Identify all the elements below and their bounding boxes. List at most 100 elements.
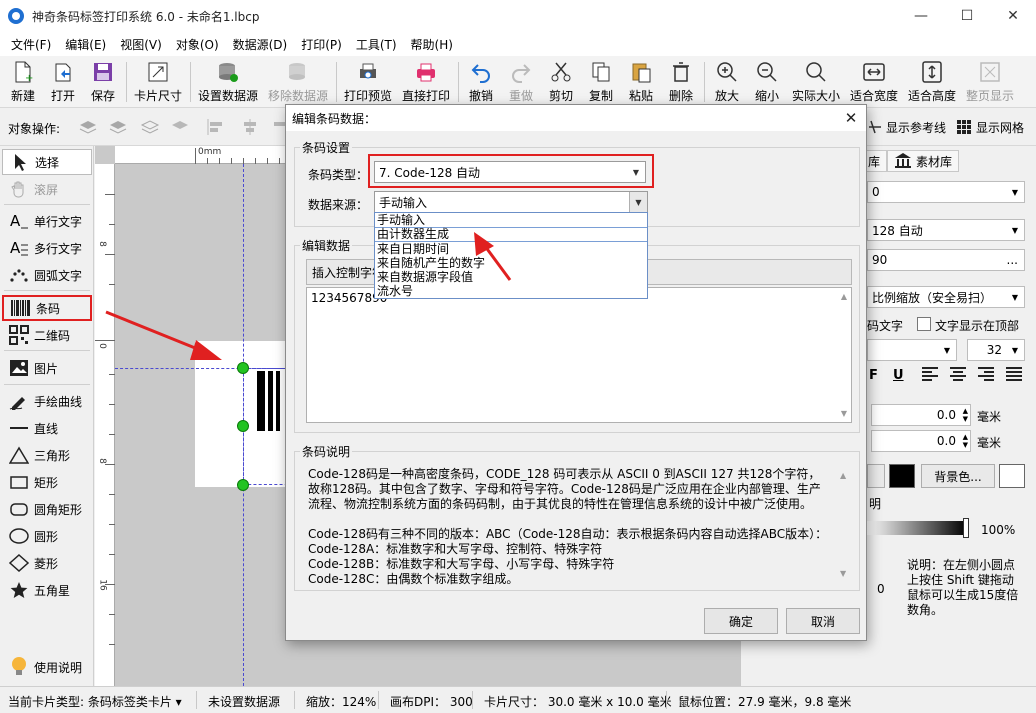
- line-icon: [8, 417, 30, 439]
- scroll-down-icon[interactable]: ▼: [841, 409, 847, 418]
- bold-button[interactable]: F: [869, 368, 878, 383]
- fit-height-button[interactable]: 适合高度: [906, 60, 958, 106]
- layer-up-icon[interactable]: [78, 117, 98, 137]
- menu-datasource[interactable]: 数据源(D): [226, 36, 295, 53]
- fore-color-button[interactable]: [867, 464, 885, 488]
- print-preview-button[interactable]: 打印预览: [342, 60, 394, 106]
- tool-diamond[interactable]: 菱形: [2, 550, 92, 576]
- close-button[interactable]: ✕: [990, 0, 1036, 32]
- tool-multi-text[interactable]: A 多行文字: [2, 235, 92, 261]
- print-preview-icon: [356, 60, 380, 84]
- tab-material-library[interactable]: 素材库: [887, 150, 960, 172]
- show-grid-toggle[interactable]: 显示网格: [956, 114, 1024, 140]
- minimize-button[interactable]: —: [898, 0, 944, 32]
- data-source-select[interactable]: 手动输入 ▼: [374, 191, 648, 213]
- pos-x-field[interactable]: 0.0 ▲ ▼: [871, 404, 971, 426]
- underline-button[interactable]: U: [893, 368, 904, 383]
- source-option-counter[interactable]: 由计数器生成: [375, 227, 647, 242]
- undo-button[interactable]: 撤销: [466, 60, 496, 106]
- copy-button[interactable]: 复制: [586, 60, 616, 106]
- barcode-value-field[interactable]: 90...: [867, 249, 1025, 271]
- redo-button[interactable]: 重做: [506, 60, 536, 106]
- barcode-type-field[interactable]: 128 自动 ▼: [867, 219, 1025, 241]
- tool-rect[interactable]: 矩形: [2, 469, 92, 495]
- source-option-datetime[interactable]: 来自日期时间: [375, 242, 647, 256]
- tool-barcode[interactable]: 条码: [2, 295, 92, 321]
- text-top-checkbox[interactable]: [917, 317, 931, 331]
- resize-handle[interactable]: [237, 479, 249, 491]
- resize-handle[interactable]: [237, 362, 249, 374]
- show-guides-toggle[interactable]: 显示参考线: [868, 114, 946, 140]
- font-size-dropdown[interactable]: 32 ▼: [967, 339, 1025, 361]
- align-center-icon[interactable]: [240, 117, 260, 137]
- menu-object[interactable]: 对象(O): [169, 36, 226, 53]
- scroll-up-icon[interactable]: ▲: [840, 471, 846, 480]
- tool-triangle[interactable]: 三角形: [2, 442, 92, 468]
- align-right-text-icon[interactable]: [977, 366, 995, 385]
- cut-button[interactable]: 剪切: [546, 60, 576, 106]
- barcode-data-textarea[interactable]: 1234567890 ▲ ▼: [306, 287, 852, 423]
- tool-single-text[interactable]: A 单行文字: [2, 208, 92, 234]
- background-color-button[interactable]: 背景色...: [921, 464, 995, 488]
- dialog-close-button[interactable]: ✕: [840, 107, 862, 129]
- menu-tools[interactable]: 工具(T): [349, 36, 404, 53]
- tool-scroll[interactable]: 滚屏: [2, 176, 92, 202]
- tool-circle[interactable]: 圆形: [2, 523, 92, 549]
- maximize-button[interactable]: ☐: [944, 0, 990, 32]
- align-left-icon[interactable]: [206, 117, 226, 137]
- align-left-text-icon[interactable]: [921, 366, 939, 385]
- save-button[interactable]: 保存: [88, 60, 118, 106]
- property-dropdown-1[interactable]: 0 ▼: [867, 181, 1025, 203]
- tool-qrcode[interactable]: 二维码: [2, 322, 92, 348]
- zoom-in-button[interactable]: 放大: [712, 60, 742, 106]
- fit-page-button[interactable]: 整页显示: [964, 60, 1016, 106]
- justify-text-icon[interactable]: [1005, 366, 1023, 385]
- card-size-button[interactable]: 卡片尺寸: [132, 60, 184, 106]
- tool-star[interactable]: 五角星: [2, 577, 92, 603]
- tool-freehand[interactable]: 手绘曲线: [2, 388, 92, 414]
- set-datasource-button[interactable]: 设置数据源: [196, 60, 260, 106]
- layer-down-icon[interactable]: [108, 117, 128, 137]
- scroll-up-icon[interactable]: ▲: [841, 292, 847, 301]
- menu-view[interactable]: 视图(V): [113, 36, 169, 53]
- menu-print[interactable]: 打印(P): [294, 36, 349, 53]
- menu-file[interactable]: 文件(F): [4, 36, 58, 53]
- fit-width-button[interactable]: 适合宽度: [848, 60, 900, 106]
- pos-y-field[interactable]: 0.0 ▲ ▼: [871, 430, 971, 452]
- background-color-swatch[interactable]: [999, 464, 1025, 488]
- align-center-text-icon[interactable]: [949, 366, 967, 385]
- fore-color-swatch[interactable]: [889, 464, 915, 488]
- source-option-datafield[interactable]: 来自数据源字段值: [375, 270, 647, 284]
- delete-button[interactable]: 删除: [666, 60, 696, 106]
- source-option-serial[interactable]: 流水号: [375, 284, 647, 298]
- source-option-random[interactable]: 来自随机产生的数字: [375, 256, 647, 270]
- ok-button[interactable]: 确定: [704, 608, 778, 634]
- new-button[interactable]: + 新建: [8, 60, 38, 106]
- layer-top-icon[interactable]: [140, 117, 160, 137]
- remove-datasource-button[interactable]: 移除数据源: [266, 60, 330, 106]
- actual-size-button[interactable]: 实际大小: [790, 60, 842, 106]
- scale-mode-dropdown[interactable]: 比例缩放（安全易扫） ▼: [867, 286, 1025, 308]
- open-button[interactable]: 打开: [48, 60, 78, 106]
- opacity-slider[interactable]: [867, 521, 967, 535]
- menu-edit[interactable]: 编辑(E): [58, 36, 113, 53]
- tool-arc-text[interactable]: 圆弧文字: [2, 262, 92, 288]
- zoom-out-button[interactable]: 缩小: [752, 60, 782, 106]
- direct-print-button[interactable]: 直接打印: [400, 60, 452, 106]
- card-type-status[interactable]: 当前卡片类型: 条码标签类卡片 ▾: [8, 693, 182, 710]
- tool-round-rect[interactable]: 圆角矩形: [2, 496, 92, 522]
- opacity-slider-thumb[interactable]: [963, 518, 969, 538]
- resize-handle[interactable]: [237, 420, 249, 432]
- tool-help[interactable]: 使用说明: [2, 654, 92, 680]
- tool-select[interactable]: 选择: [2, 149, 92, 175]
- scroll-down-icon[interactable]: ▼: [840, 569, 846, 578]
- fit-width-icon: [862, 60, 886, 84]
- tool-image[interactable]: 图片: [2, 355, 92, 381]
- source-option-manual[interactable]: 手动输入: [375, 213, 647, 227]
- menu-help[interactable]: 帮助(H): [404, 36, 460, 53]
- font-name-dropdown[interactable]: ▼: [867, 339, 957, 361]
- layer-bottom-icon[interactable]: [170, 117, 190, 137]
- tool-line[interactable]: 直线: [2, 415, 92, 441]
- cancel-button[interactable]: 取消: [786, 608, 860, 634]
- paste-button[interactable]: 粘贴: [626, 60, 656, 106]
